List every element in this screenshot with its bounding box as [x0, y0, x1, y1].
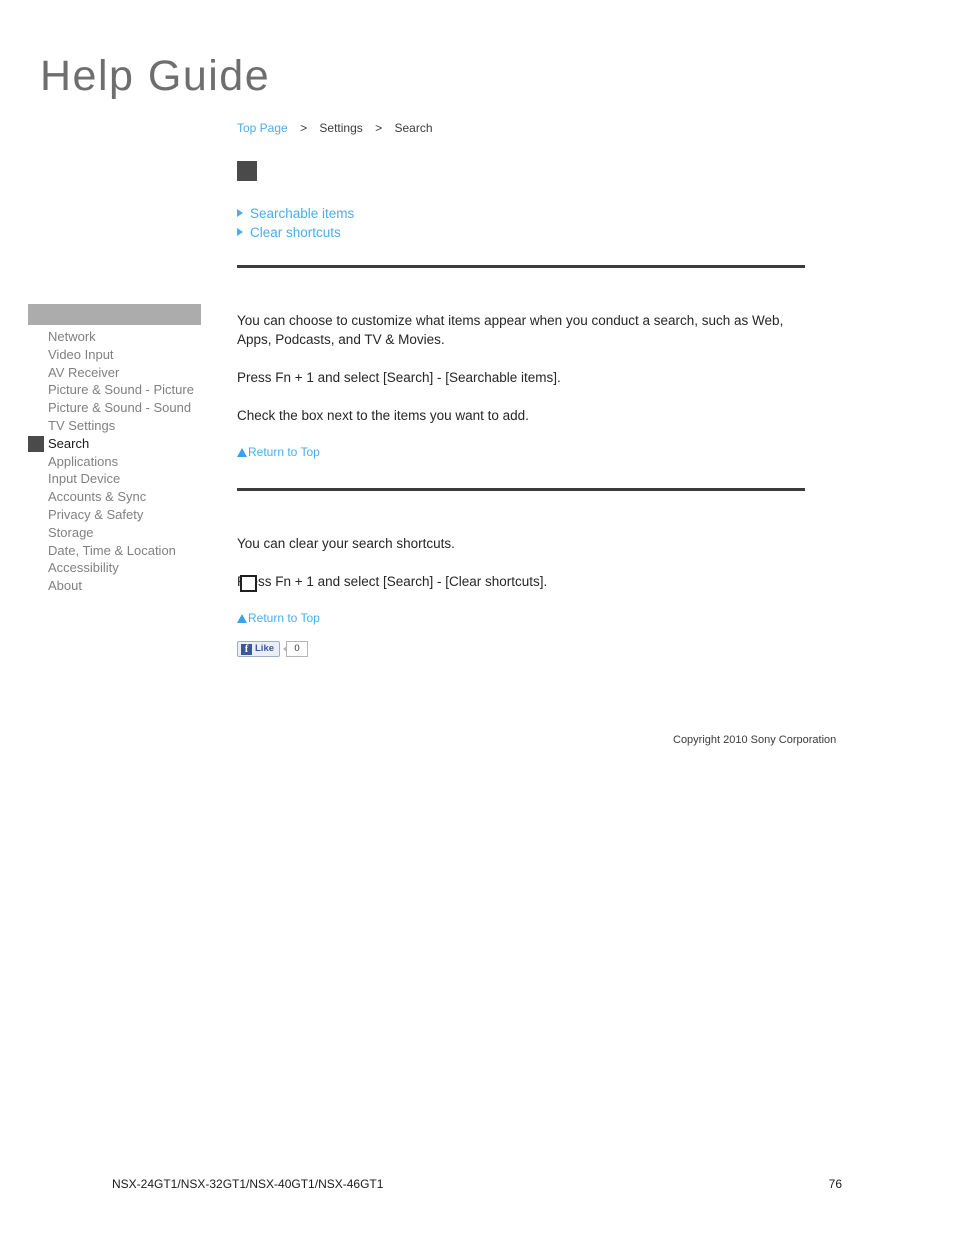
- sidebar-item-accounts-sync[interactable]: Accounts & Sync: [28, 488, 201, 506]
- sidebar-item-search[interactable]: Search: [28, 435, 201, 453]
- breadcrumb-item-settings: Settings: [319, 121, 363, 135]
- triangle-right-icon: [237, 228, 243, 236]
- sidebar-item-storage[interactable]: Storage: [28, 524, 201, 542]
- sidebar-item-picture-sound-sound[interactable]: Picture & Sound - Sound: [28, 399, 201, 417]
- return-to-top-label: Return to Top: [248, 611, 320, 625]
- breadcrumb-separator: >: [300, 121, 308, 135]
- facebook-like-button[interactable]: f Like: [237, 641, 281, 657]
- sidebar-item-label: Privacy & Safety: [48, 506, 144, 522]
- broken-image-placeholder-icon: [240, 575, 257, 592]
- page-footer: NSX-24GT1/NSX-32GT1/NSX-40GT1/NSX-46GT1 …: [112, 1177, 842, 1191]
- sidebar-item-input-device[interactable]: Input Device: [28, 470, 201, 488]
- sidebar-item-label: Picture & Sound - Picture: [48, 382, 194, 398]
- facebook-like-count: 0: [283, 641, 309, 657]
- breadcrumb: Top Page > Settings > Search: [237, 120, 433, 136]
- sidebar-item-label: TV Settings: [48, 417, 116, 433]
- return-to-top-link[interactable]: Return to Top: [237, 444, 805, 460]
- footer-model-numbers: NSX-24GT1/NSX-32GT1/NSX-40GT1/NSX-46GT1: [112, 1177, 384, 1191]
- section-body: You can choose to customize what items a…: [237, 268, 805, 460]
- triangle-up-icon: [237, 448, 247, 457]
- toc-link-label: Searchable items: [250, 206, 355, 221]
- sidebar-item-label: Applications: [48, 453, 119, 469]
- section-clear-shortcuts: You can clear your search shortcuts. Pre…: [237, 488, 805, 626]
- sidebar-item-video-input[interactable]: Video Input: [28, 346, 201, 364]
- sidebar-header: [28, 304, 201, 325]
- paragraph: Press Fn + 1 and select [Search] - [Clea…: [237, 574, 548, 589]
- sidebar-item-label: Date, Time & Location: [48, 542, 176, 558]
- sidebar-item-accessibility[interactable]: Accessibility: [28, 559, 201, 577]
- sidebar-item-date-time-location[interactable]: Date, Time & Location: [28, 542, 201, 560]
- sidebar: Network Video Input AV Receiver Picture …: [28, 304, 201, 595]
- section-body: You can clear your search shortcuts. Pre…: [237, 491, 805, 626]
- copyright-notice: Copyright 2010 Sony Corporation: [673, 734, 837, 746]
- sidebar-item-picture-sound-picture[interactable]: Picture & Sound - Picture: [28, 381, 201, 399]
- facebook-icon: f: [241, 643, 252, 655]
- sidebar-item-label: AV Receiver: [48, 364, 120, 380]
- sidebar-item-label: Network: [48, 329, 96, 344]
- sidebar-item-label: Storage: [48, 524, 94, 540]
- sidebar-item-av-receiver[interactable]: AV Receiver: [28, 364, 201, 382]
- sidebar-item-label: Input Device: [48, 471, 121, 487]
- paragraph: Check the box next to the items you want…: [237, 408, 529, 423]
- breadcrumb-item-search: Search: [394, 121, 433, 135]
- sidebar-item-about[interactable]: About: [28, 577, 201, 595]
- triangle-right-icon: [237, 209, 243, 217]
- sidebar-item-label: Video Input: [48, 346, 114, 362]
- paragraph: You can choose to customize what items a…: [237, 313, 784, 347]
- title-image-placeholder-icon: [237, 161, 257, 181]
- paragraph: You can clear your search shortcuts.: [237, 536, 455, 551]
- breadcrumb-item-top-page[interactable]: Top Page: [237, 121, 288, 135]
- facebook-like-label: Like: [255, 643, 275, 654]
- footer-page-number: 76: [828, 1177, 842, 1191]
- paragraph: Press Fn + 1 and select [Search] - [Sear…: [237, 370, 561, 385]
- section-title-block: [237, 161, 257, 181]
- section-searchable-items: You can choose to customize what items a…: [237, 265, 805, 460]
- breadcrumb-separator: >: [375, 121, 383, 135]
- sidebar-item-label: Search: [48, 435, 90, 451]
- toc-link-clear-shortcuts[interactable]: Clear shortcuts: [237, 223, 354, 242]
- triangle-up-icon: [237, 614, 247, 623]
- sidebar-nav: Network Video Input AV Receiver Picture …: [28, 328, 201, 595]
- sidebar-item-privacy-safety[interactable]: Privacy & Safety: [28, 506, 201, 524]
- toc-link-searchable-items[interactable]: Searchable items: [237, 204, 354, 223]
- masthead: Help Guide: [40, 48, 360, 104]
- sidebar-item-applications[interactable]: Applications: [28, 453, 201, 471]
- active-marker-icon: [28, 435, 44, 452]
- page-title: Help Guide: [40, 52, 271, 100]
- sidebar-item-label: Accounts & Sync: [48, 489, 147, 505]
- return-to-top-label: Return to Top: [248, 445, 320, 459]
- return-to-top-link[interactable]: Return to Top: [237, 610, 805, 626]
- sidebar-item-tv-settings[interactable]: TV Settings: [28, 417, 201, 435]
- table-of-contents: Searchable items Clear shortcuts: [237, 204, 354, 242]
- sidebar-item-label: Accessibility: [48, 560, 119, 576]
- sidebar-item-label: About: [48, 578, 82, 594]
- sidebar-item-network[interactable]: Network: [28, 328, 201, 346]
- facebook-like-widget: f Like 0: [237, 641, 309, 657]
- toc-link-label: Clear shortcuts: [250, 225, 341, 240]
- sidebar-item-label: Picture & Sound - Sound: [48, 400, 192, 416]
